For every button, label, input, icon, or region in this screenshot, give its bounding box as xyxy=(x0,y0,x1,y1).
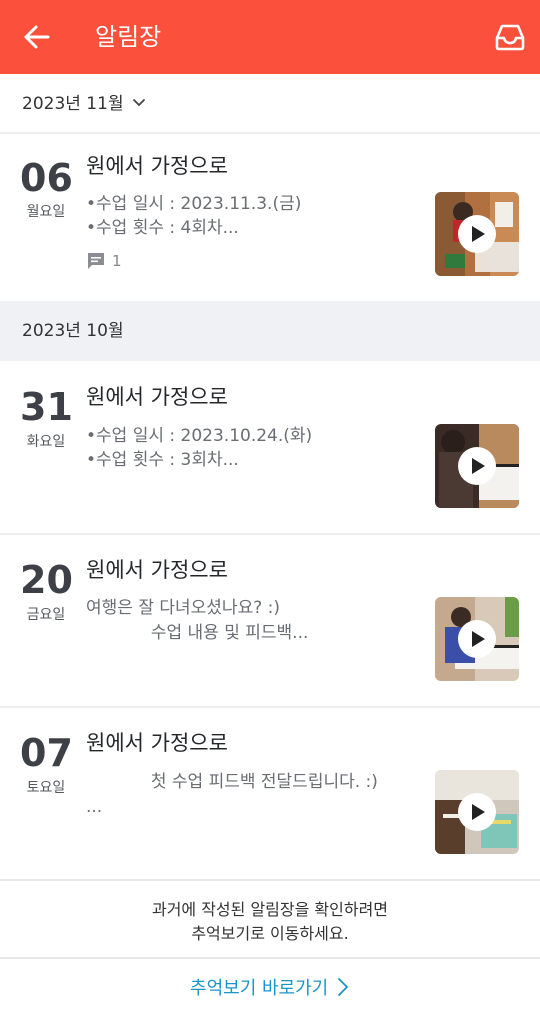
memories-link-button[interactable]: 추억보기 바로가기 xyxy=(0,961,540,1016)
post-title: 원에서 가정으로 xyxy=(86,385,228,409)
notice-post[interactable]: 31 화요일 원에서 가정으로 •수업 일시 : 2023.10.24.(화) … xyxy=(0,361,540,533)
post-date-day: 20 xyxy=(20,558,73,602)
post-weekday: 토요일 xyxy=(26,780,66,796)
post-weekday: 월요일 xyxy=(26,204,66,220)
comment-count-value: 1 xyxy=(112,252,122,270)
video-thumbnail[interactable] xyxy=(435,192,519,276)
post-date-day: 31 xyxy=(20,385,73,429)
chevron-down-icon xyxy=(133,99,145,106)
play-icon xyxy=(458,620,496,658)
post-date-day: 06 xyxy=(20,156,73,200)
play-icon xyxy=(458,215,496,253)
post-preview-line: •수업 횟수 : 3회차... xyxy=(86,450,239,470)
notice-post[interactable]: 06 월요일 원에서 가정으로 •수업 일시 : 2023.11.3.(금) •… xyxy=(0,136,540,301)
post-title: 원에서 가정으로 xyxy=(86,558,228,582)
post-title: 원에서 가정으로 xyxy=(86,154,228,178)
inbox-tray-icon xyxy=(495,24,525,51)
archive-notice-line: 과거에 작성된 알림장을 확인하려면 xyxy=(151,900,389,919)
post-weekday: 금요일 xyxy=(26,607,66,623)
post-preview-line: •수업 일시 : 2023.11.3.(금) xyxy=(86,194,302,214)
chevron-right-icon xyxy=(338,978,348,996)
app-bar: 알림장 xyxy=(0,0,540,74)
post-preview-line: 여행은 잘 다녀오셨나요? :) xyxy=(86,598,280,618)
post-preview-line: •수업 일시 : 2023.10.24.(화) xyxy=(86,426,313,446)
post-date-day: 07 xyxy=(20,731,73,775)
archive-notice-line: 추억보기로 이동하세요. xyxy=(191,924,349,943)
month-label: 2023년 11월 xyxy=(22,94,124,114)
month-selector[interactable]: 2023년 11월 xyxy=(0,74,540,134)
memories-link-label: 추억보기 바로가기 xyxy=(0,976,540,1002)
notice-post[interactable]: 20 금요일 원에서 가정으로 여행은 잘 다녀오셨나요? :) 수업 내용 및… xyxy=(0,535,540,706)
video-thumbnail[interactable] xyxy=(435,597,519,681)
post-preview-line: ... xyxy=(86,797,103,817)
month-label: 2023년 10월 xyxy=(22,321,124,341)
month-header: 2023년 10월 xyxy=(0,301,540,361)
play-icon xyxy=(458,447,496,485)
post-preview-line: •수업 횟수 : 4회차... xyxy=(86,218,239,238)
back-arrow-icon xyxy=(24,25,50,49)
comment-icon xyxy=(88,253,104,269)
post-preview-line: 첫 수업 피드백 전달드립니다. :) xyxy=(86,772,378,792)
back-button[interactable] xyxy=(14,19,58,55)
video-thumbnail[interactable] xyxy=(435,770,519,854)
page-title: 알림장 xyxy=(95,23,162,51)
archive-notice: 과거에 작성된 알림장을 확인하려면 추억보기로 이동하세요. xyxy=(0,879,540,959)
notice-post[interactable]: 07 토요일 원에서 가정으로 첫 수업 피드백 전달드립니다. :) ... xyxy=(0,708,540,879)
post-title: 원에서 가정으로 xyxy=(86,731,228,755)
post-preview-line: 수업 내용 및 피드백... xyxy=(86,623,309,643)
play-icon xyxy=(458,793,496,831)
inbox-button[interactable] xyxy=(488,18,532,56)
video-thumbnail[interactable] xyxy=(435,424,519,508)
post-weekday: 화요일 xyxy=(26,434,66,450)
